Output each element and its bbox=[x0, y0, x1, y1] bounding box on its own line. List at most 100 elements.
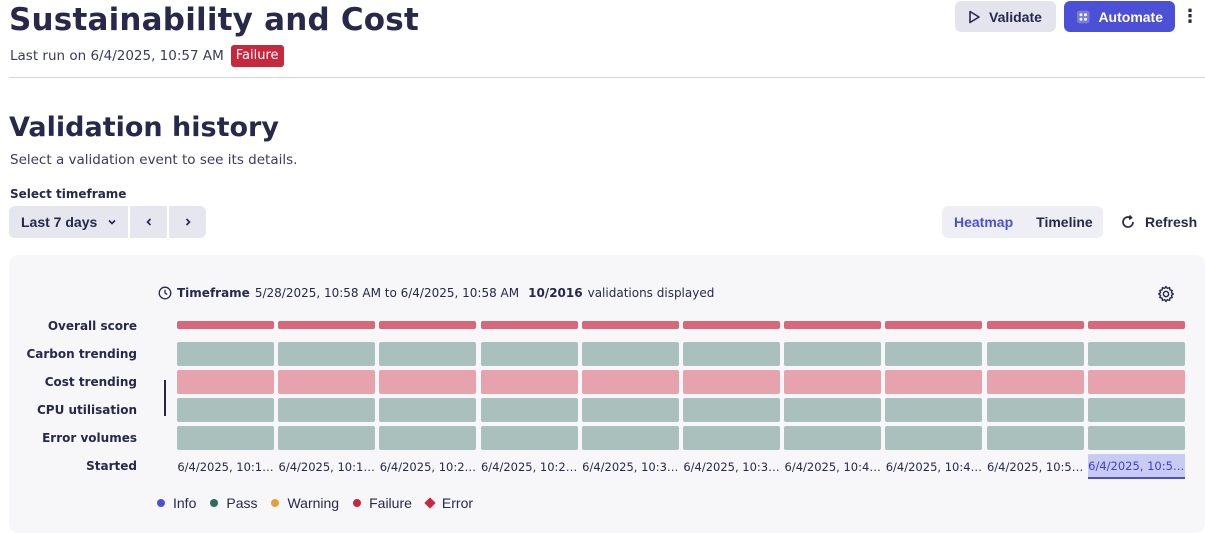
heatmap-cell[interactable] bbox=[683, 398, 780, 422]
heatmap-cell[interactable] bbox=[885, 321, 983, 329]
dot-icon bbox=[271, 499, 280, 507]
dot-icon bbox=[210, 499, 219, 507]
focus-indicator bbox=[164, 380, 166, 416]
timeframe-range: 5/28/2025, 10:58 AM to 6/4/2025, 10:58 A… bbox=[254, 286, 520, 300]
chevron-left-icon bbox=[145, 218, 151, 226]
heatmap-cell[interactable] bbox=[379, 321, 477, 329]
heatmap-cell[interactable] bbox=[177, 426, 274, 450]
heatmap-cell[interactable] bbox=[177, 342, 274, 366]
heatmap-cell[interactable] bbox=[278, 398, 376, 422]
started-time[interactable]: 6/4/2025, 10:5… bbox=[987, 454, 1084, 479]
heatmap-cell[interactable] bbox=[683, 426, 780, 450]
started-time[interactable]: 6/4/2025, 10:3… bbox=[683, 454, 780, 479]
heatmap-cell[interactable] bbox=[379, 398, 477, 422]
next-timeframe-button[interactable] bbox=[169, 206, 206, 238]
heatmap-cell[interactable] bbox=[683, 342, 780, 366]
heatmap-cell[interactable] bbox=[784, 321, 882, 329]
gear-icon[interactable] bbox=[1157, 285, 1175, 303]
started-time[interactable]: 6/4/2025, 10:2… bbox=[481, 454, 578, 479]
heatmap-cell[interactable] bbox=[784, 426, 882, 450]
heatmap-cell[interactable] bbox=[1087, 426, 1185, 450]
tab-heatmap[interactable]: Heatmap bbox=[954, 214, 1013, 230]
heatmap-cell[interactable] bbox=[986, 398, 1084, 422]
heatmap-cell[interactable] bbox=[480, 426, 578, 450]
timeframe-controls: Last 7 days bbox=[9, 206, 206, 238]
heatmap-cell[interactable] bbox=[480, 321, 578, 329]
heatmap-cell[interactable] bbox=[885, 370, 983, 394]
heatmap-cell[interactable] bbox=[278, 370, 376, 394]
heatmap-cell[interactable] bbox=[1087, 342, 1185, 366]
heatmap-cell[interactable] bbox=[986, 342, 1084, 366]
validate-label: Validate bbox=[989, 8, 1042, 25]
legend-label: Pass bbox=[226, 495, 258, 511]
heatmap-cell[interactable] bbox=[581, 321, 679, 329]
started-time[interactable]: 6/4/2025, 10:5… bbox=[1087, 454, 1185, 479]
validate-button[interactable]: Validate bbox=[955, 1, 1056, 32]
header-actions: Validate Automate ⋮ bbox=[955, 1, 1205, 32]
heatmap-cell[interactable] bbox=[278, 321, 376, 329]
started-time[interactable]: 6/4/2025, 10:3… bbox=[582, 454, 679, 479]
diamond-icon bbox=[424, 497, 436, 509]
refresh-button[interactable]: Refresh bbox=[1120, 206, 1197, 238]
legend-item: Pass bbox=[210, 495, 257, 511]
started-time[interactable]: 6/4/2025, 10:1… bbox=[278, 454, 375, 479]
heatmap-cell[interactable] bbox=[1087, 370, 1185, 394]
heatmap-cell[interactable] bbox=[379, 342, 477, 366]
heatmap-cell[interactable] bbox=[784, 342, 882, 366]
heatmap-cell[interactable] bbox=[683, 370, 780, 394]
heatmap-cell[interactable] bbox=[379, 426, 477, 450]
heatmap-cell[interactable] bbox=[177, 398, 274, 422]
last-run-info: Last run on 6/4/2025, 10:57 AM Failure bbox=[10, 45, 284, 67]
timeframe-select[interactable]: Last 7 days bbox=[9, 206, 128, 238]
started-time[interactable]: 6/4/2025, 10:2… bbox=[379, 454, 476, 479]
timeframe-info-prefix: Timeframe bbox=[177, 286, 250, 300]
timeframe-info: Timeframe 5/28/2025, 10:58 AM to 6/4/202… bbox=[158, 286, 714, 300]
view-toggle: Heatmap Timeline bbox=[942, 206, 1103, 238]
heatmap-cell[interactable] bbox=[177, 370, 274, 394]
heatmap-cell[interactable] bbox=[683, 321, 780, 329]
previous-timeframe-button[interactable] bbox=[130, 206, 167, 238]
heatmap-cell[interactable] bbox=[986, 321, 1084, 329]
started-time[interactable]: 6/4/2025, 10:4… bbox=[784, 454, 881, 479]
heatmap-cell[interactable] bbox=[278, 426, 376, 450]
started-row-label: Started bbox=[86, 459, 137, 473]
legend-item: Warning bbox=[271, 495, 339, 511]
heatmap-cell[interactable] bbox=[784, 370, 882, 394]
heatmap-cell[interactable] bbox=[177, 321, 274, 329]
last-run-text: Last run on 6/4/2025, 10:57 AM bbox=[10, 48, 224, 64]
heatmap-cell[interactable] bbox=[480, 398, 578, 422]
timeframe-label: Select timeframe bbox=[10, 187, 127, 201]
heatmap-cell[interactable] bbox=[581, 426, 679, 450]
chevron-right-icon bbox=[185, 218, 191, 226]
automate-label: Automate bbox=[1098, 8, 1163, 25]
dot-icon bbox=[353, 499, 362, 507]
heatmap-cell[interactable] bbox=[784, 398, 882, 422]
dot-icon bbox=[157, 499, 165, 507]
heatmap-cell[interactable] bbox=[885, 398, 983, 422]
heatmap-cell[interactable] bbox=[885, 426, 983, 450]
heatmap-cell[interactable] bbox=[379, 370, 477, 394]
legend-label: Error bbox=[441, 495, 474, 511]
play-icon bbox=[969, 10, 980, 23]
heatmap-cell[interactable] bbox=[480, 370, 578, 394]
heatmap-cell[interactable] bbox=[1087, 321, 1185, 329]
automate-button[interactable]: Automate bbox=[1064, 1, 1175, 32]
heatmap-cell[interactable] bbox=[581, 370, 679, 394]
tab-timeline[interactable]: Timeline bbox=[1036, 214, 1093, 230]
heatmap-cell[interactable] bbox=[480, 342, 578, 366]
started-time[interactable]: 6/4/2025, 10:4… bbox=[885, 454, 982, 479]
chevron-down-icon bbox=[108, 219, 116, 225]
heatmap-cell[interactable] bbox=[581, 342, 679, 366]
heatmap-cell[interactable] bbox=[278, 342, 376, 366]
more-options-icon[interactable]: ⋮ bbox=[1175, 1, 1205, 32]
heatmap-cell[interactable] bbox=[1087, 398, 1185, 422]
page-title: Sustainability and Cost bbox=[9, 2, 419, 38]
heatmap-cell[interactable] bbox=[986, 370, 1084, 394]
started-time[interactable]: 6/4/2025, 10:1… bbox=[177, 454, 274, 479]
heatmap-cell[interactable] bbox=[885, 342, 983, 366]
row-label: CPU utilisation bbox=[36, 403, 137, 417]
heatmap-cell[interactable] bbox=[581, 398, 679, 422]
row-label: Cost trending bbox=[44, 375, 137, 389]
heatmap-cell[interactable] bbox=[986, 426, 1084, 450]
legend-label: Warning bbox=[287, 495, 340, 511]
